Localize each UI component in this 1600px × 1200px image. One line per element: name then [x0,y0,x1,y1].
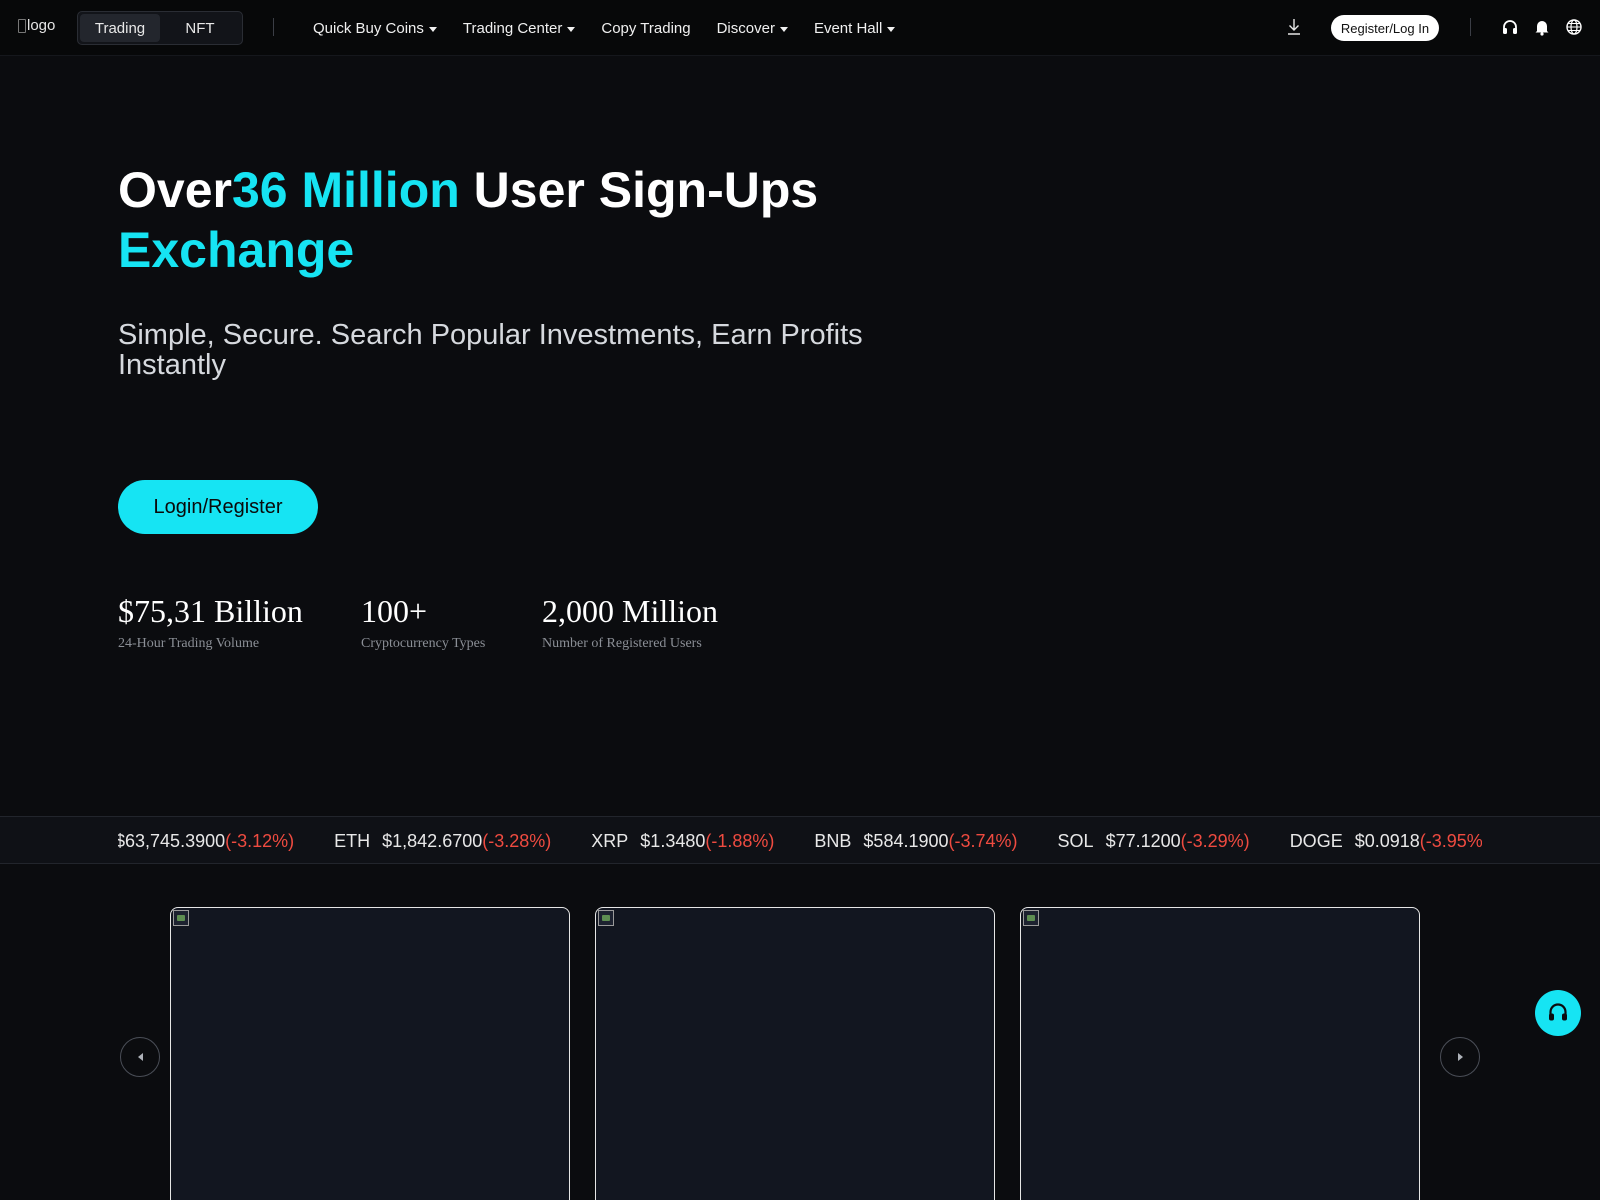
stat-value: $75,31 Billion [118,593,303,629]
bell-icon[interactable] [1533,18,1551,36]
title-line2: Exchange [118,222,355,278]
chevron-right-icon [1457,1053,1463,1061]
chevron-down-icon [428,26,437,32]
broken-image-icon [598,910,614,926]
stat-registered-users: 2,000 Million Number of Registered Users [542,592,718,652]
chevron-down-icon [887,26,896,32]
chevron-left-icon [137,1053,143,1061]
broken-image-icon [18,18,26,33]
nav-quick-buy-coins[interactable]: Quick Buy Coins [313,20,437,37]
hero-subtitle: Simple, Secure. Search Popular Investmen… [118,319,863,381]
headset-icon [1549,1003,1567,1021]
divider [1470,18,1471,36]
download-icon[interactable] [1285,17,1303,37]
ticker-price: $63,745.3900 [118,830,226,851]
stat-label: Number of Registered Users [542,636,702,651]
broken-image-icon [1023,910,1039,926]
ticker-item[interactable]: $63,745.3900 (-3.12%) [118,831,294,852]
logo[interactable]: logo [18,17,55,34]
ticker-row: $63,745.3900 (-3.12%) ETH $1,842.6700 (-3.2… [118,817,1482,863]
ticker-symbol: SOL [1057,830,1094,851]
carousel-next-button[interactable] [1440,1037,1480,1077]
hero-title: Over36 Million User Sign-Ups Exchange [118,160,938,280]
nav-event-hall[interactable]: Event Hall [813,19,896,37]
ticker-item[interactable]: XRP $1.3480 (-1.88%) [591,831,774,852]
ticker-change: (-3.95%) [1419,830,1482,851]
divider [273,18,274,36]
stat-label: Cryptocurrency Types [361,636,486,651]
ticker-symbol: DOGE [1289,830,1343,851]
ticker-change: (-3.29%) [1180,830,1250,851]
price-ticker: $63,745.3900 (-3.12%) ETH $1,842.6700 (-3.2… [0,816,1600,864]
ticker-change: (-1.88%) [705,830,775,851]
stat-crypto-types: 100+ Cryptocurrency Types [361,592,485,652]
ticker-change: (-3.28%) [482,830,552,851]
nav-label: Quick Buy Coins [313,19,424,37]
ticker-item[interactable]: DOGE $0.0918 (-3.95%) [1290,831,1482,852]
tab-trading[interactable]: Trading [80,14,160,42]
ticker-item[interactable]: BNB $584.1900 (-3.74%) [814,831,1017,852]
top-navbar: logo Trading NFT Quick Buy Coins Trading… [0,0,1600,56]
ticker-price: $77.1200 [1105,830,1181,851]
stat-label: 24-Hour Trading Volume [118,636,260,651]
ticker-item[interactable]: SOL $77.1200 (-3.29%) [1058,831,1250,852]
nav-label: Event Hall [813,19,883,37]
login-register-button[interactable]: Login/Register [118,480,318,534]
nav-label: Discover [716,19,775,37]
carousel-prev-button[interactable] [120,1037,160,1077]
logo-alt-text: logo [27,17,56,34]
ticker-item[interactable]: ETH $1,842.6700 (-3.28%) [334,831,551,852]
nav-trading-center[interactable]: Trading Center [463,20,576,37]
banner-card[interactable] [1020,907,1420,1200]
stat-value: 2,000 Million [542,593,719,629]
ticker-price: $584.1900 [863,830,949,851]
nav-label: Trading Center [462,19,563,37]
tab-nft[interactable]: NFT [160,14,240,42]
ticker-symbol: BNB [814,830,852,851]
ticker-symbol: XRP [591,830,629,851]
ticker-symbol: ETH [334,830,371,851]
stat-trading-volume: $75,31 Billion 24-Hour Trading Volume [118,592,303,652]
nav-copy-trading[interactable]: Copy Trading [601,20,690,37]
register-login-button[interactable]: Register/Log In [1331,15,1439,41]
ticker-price: $1.3480 [640,830,706,851]
ticker-change: (-3.74%) [948,830,1018,851]
stat-value: 100+ [361,593,428,629]
nav-discover[interactable]: Discover [717,20,788,37]
title-rest: User Sign-Ups [459,162,819,218]
headset-icon[interactable] [1501,18,1519,36]
nav-label: Copy Trading [601,19,691,37]
main-nav: Quick Buy Coins Trading Center Copy Trad… [313,0,921,56]
banner-card[interactable] [170,907,570,1200]
title-prefix: Over [118,162,232,218]
mode-switch: Trading NFT [77,11,243,45]
globe-icon[interactable] [1565,18,1583,36]
chevron-down-icon [779,26,788,32]
ticker-price: $0.0918 [1354,830,1420,851]
banner-card[interactable] [595,907,995,1200]
customer-support-button[interactable] [1535,990,1581,1036]
broken-image-icon [173,910,189,926]
ticker-change: (-3.12%) [225,830,295,851]
ticker-track: $63,745.3900 (-3.12%) ETH $1,842.6700 (-3.2… [118,817,1482,863]
chevron-down-icon [567,26,576,32]
title-highlight: 36 Million [231,162,460,218]
ticker-price: $1,842.6700 [382,830,483,851]
